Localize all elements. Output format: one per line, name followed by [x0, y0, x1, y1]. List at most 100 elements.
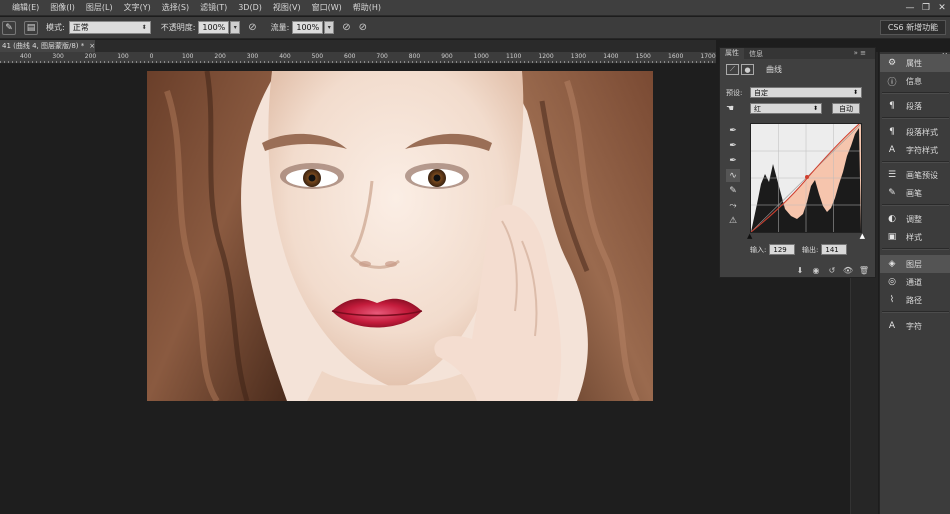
ruler-tick-label: 400: [279, 53, 291, 60]
dock-item-info[interactable]: ⓘ 信息: [880, 72, 950, 90]
reset-icon[interactable]: ↺: [825, 266, 839, 275]
auto-button[interactable]: 自动: [832, 103, 860, 114]
ruler-tick-label: 400: [20, 53, 32, 60]
close-button[interactable]: ✕: [934, 0, 950, 16]
pressure-size-icon[interactable]: ⊘: [359, 22, 367, 33]
tab-info[interactable]: 信息: [744, 49, 768, 59]
flow-input[interactable]: 100%: [292, 21, 324, 34]
curves-plot[interactable]: [750, 123, 862, 233]
white-point-slider[interactable]: ▲: [860, 232, 865, 240]
dock-item-paragraph[interactable]: ¶ 段落: [880, 97, 950, 115]
ruler-tick-label: 100: [117, 53, 129, 60]
document-tab-bar: 41 (曲线 4, 图层蒙版/8) * ×: [0, 40, 716, 52]
preset-select[interactable]: 自定 ⬍: [750, 87, 862, 98]
paragraph-styles-icon: ¶: [889, 127, 895, 137]
visibility-eye-icon[interactable]: 👁: [841, 266, 855, 275]
dock-item-brush[interactable]: ✎ 画笔: [880, 184, 950, 202]
dock-item-label: 字符样式: [906, 145, 938, 155]
dock-divider: [882, 248, 949, 250]
dock-item-label: 段落: [906, 101, 922, 111]
horizontal-ruler[interactable]: 400 300 200 100 0 100 200 300 400 500 600 700 800 900…: [0, 52, 740, 64]
smooth-icon[interactable]: ⤳: [726, 199, 740, 212]
dock-item-brush-presets[interactable]: ☰ 画笔预设: [880, 166, 950, 184]
ruler-tick-label: 1000: [473, 53, 489, 60]
workspace-switcher[interactable]: CS6 新增功能: [880, 20, 946, 35]
layer-mask-icon[interactable]: ●: [741, 64, 754, 75]
trash-icon[interactable]: 🗑: [857, 266, 871, 275]
dock-item-character-styles[interactable]: A 字符样式: [880, 141, 950, 159]
document-tab[interactable]: 41 (曲线 4, 图层蒙版/8) * ×: [0, 40, 95, 52]
eyedropper-gray-icon[interactable]: ✒: [726, 139, 740, 152]
dock-item-styles[interactable]: ▣ 样式: [880, 228, 950, 246]
pencil-icon[interactable]: ✎: [726, 184, 740, 197]
opacity-dropdown-icon[interactable]: ▾: [230, 21, 241, 34]
brush-preset-icon[interactable]: ✎: [2, 20, 16, 35]
opacity-input[interactable]: 100%: [198, 21, 230, 34]
document-image[interactable]: [147, 71, 653, 401]
menu-layer[interactable]: 图层(L): [86, 2, 113, 13]
airbrush-icon[interactable]: ⊘: [342, 22, 350, 33]
menu-view[interactable]: 视图(V): [273, 2, 301, 13]
ruler-tick-label: 1100: [506, 53, 522, 60]
curve-point[interactable]: [805, 175, 809, 179]
menu-type[interactable]: 文字(Y): [124, 2, 151, 13]
dock-item-paragraph-styles[interactable]: ¶ 段落样式: [880, 123, 950, 141]
curves-graph[interactable]: [750, 123, 862, 233]
properties-panel-footer: ⬇ ◉ ↺ 👁 🗑: [720, 263, 875, 277]
menu-3d[interactable]: 3D(D): [238, 3, 262, 12]
close-icon[interactable]: ×: [89, 42, 95, 50]
dock-item-label: 属性: [906, 58, 922, 68]
preset-row: 预设: 自定 ⬍: [726, 87, 862, 98]
menu-filter[interactable]: 滤镜(T): [200, 2, 227, 13]
dock-item-layers[interactable]: ◈ 图层: [880, 255, 950, 273]
chevron-updown-icon: ⬍: [141, 24, 147, 31]
ruler-tick-label: 200: [214, 53, 226, 60]
view-previous-icon[interactable]: ◉: [809, 266, 823, 275]
panel-menu-icon[interactable]: » ≡: [849, 49, 871, 57]
menu-help[interactable]: 帮助(H): [353, 2, 381, 13]
properties-icon: ⚙: [887, 58, 897, 68]
mode-label: 模式:: [46, 23, 65, 32]
dock-divider: [882, 92, 949, 94]
flow-dropdown-icon[interactable]: ▾: [324, 21, 335, 34]
output-row: 输出: 141: [802, 244, 848, 255]
menu-image[interactable]: 图像(I): [50, 2, 75, 13]
dock-item-adjustments[interactable]: ◐ 调整: [880, 210, 950, 228]
channel-select[interactable]: 红 ⬍: [750, 103, 822, 114]
properties-panel-tabs: 属性 信息 » ≡: [720, 48, 875, 59]
output-field[interactable]: 141: [821, 244, 848, 255]
dock-item-character[interactable]: A 字符: [880, 317, 950, 335]
styles-icon: ▣: [887, 232, 897, 242]
output-label: 输出:: [802, 245, 819, 254]
menu-window[interactable]: 窗口(W): [312, 2, 342, 13]
black-point-slider[interactable]: ▲: [747, 232, 752, 240]
clipping-warning-icon[interactable]: ⚠: [726, 214, 740, 227]
curve-edit-icon[interactable]: ∿: [726, 169, 740, 182]
mode-select[interactable]: 正常 ⬍: [68, 21, 151, 34]
dock-item-channels[interactable]: ◎ 通道: [880, 273, 950, 291]
menu-select[interactable]: 选择(S): [162, 2, 189, 13]
input-field[interactable]: 129: [769, 244, 796, 255]
tab-properties[interactable]: 属性: [720, 48, 744, 59]
restore-button[interactable]: ❐: [918, 0, 934, 16]
curves-adjustment-icon[interactable]: ⟋: [726, 64, 739, 75]
ruler-tick-label: 300: [52, 53, 64, 60]
document-tab-title: 41 (曲线 4, 图层蒙版/8) *: [2, 42, 85, 50]
menu-edit[interactable]: 编辑(E): [12, 2, 39, 13]
layers-icon: ◈: [888, 259, 896, 269]
dock-item-paths[interactable]: ⌇ 路径: [880, 291, 950, 309]
chevron-updown-icon: ⬍: [852, 89, 858, 96]
minimize-button[interactable]: —: [902, 0, 918, 16]
clip-to-layer-icon[interactable]: ⬇: [793, 266, 807, 275]
adjustment-header: ⟋ ● 曲线: [726, 64, 782, 75]
target-adjust-icon[interactable]: ☚: [726, 104, 750, 114]
eyedropper-white-icon[interactable]: ✒: [726, 154, 740, 167]
ruler-tick-label: 1300: [570, 53, 587, 60]
brush-panel-toggle-icon[interactable]: ▤: [24, 20, 38, 35]
pressure-opacity-icon[interactable]: ⊘: [248, 22, 256, 33]
info-icon: ⓘ: [887, 77, 897, 88]
dock-item-properties[interactable]: ⚙ 属性: [880, 54, 950, 72]
eyedropper-black-icon[interactable]: ✒: [726, 124, 740, 137]
dock-item-label: 字符: [906, 321, 922, 331]
preset-value: 自定: [754, 88, 768, 97]
